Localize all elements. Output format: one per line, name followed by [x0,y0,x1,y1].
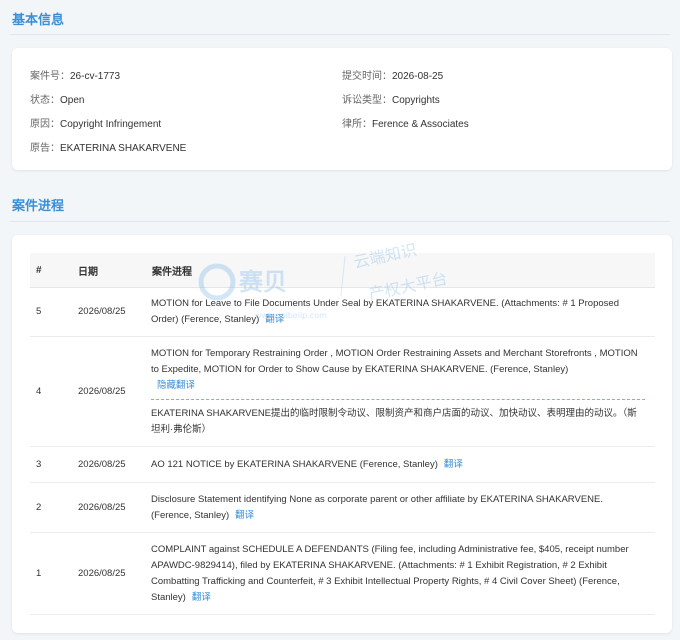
status: 状态：Open [30,91,84,106]
row-progress: Disclosure Statement identifying None as… [151,482,655,533]
table-row: 1 2026/08/25 COMPLAINT against SCHEDULE … [30,532,655,615]
table-row: 2 2026/08/25 Disclosure Statement identi… [30,482,655,533]
litigation-type: 诉讼类型：Copyrights [342,91,440,106]
row-progress: MOTION for Temporary Restraining Order ,… [151,336,655,447]
cause-value: Copyright Infringement [60,119,162,130]
status-label: 状态： [30,95,60,106]
header-num: # [30,253,77,288]
divider [10,34,670,35]
case-number-label: 案件号： [30,71,70,82]
row-num: 1 [30,532,77,615]
header-progress: 案件进程 [151,253,655,288]
row-text: AO 121 NOTICE by EKATERINA SHAKARVENE (F… [151,458,438,470]
table-row: 3 2026/08/25 AO 121 NOTICE by EKATERINA … [30,446,655,483]
row-progress: COMPLAINT against SCHEDULE A DEFENDANTS … [151,532,655,615]
progress-card: # 日期 案件进程 5 2026/08/25 MOTION for Leave … [12,235,672,633]
row-progress: AO 121 NOTICE by EKATERINA SHAKARVENE (F… [151,446,655,483]
table-row: 5 2026/08/25 MOTION for Leave to File Do… [30,287,655,337]
table-row: 4 2026/08/25 MOTION for Temporary Restra… [30,336,655,447]
translation-divider [151,398,645,400]
row-num: 5 [30,287,77,337]
law-firm-label: 律所： [342,119,372,130]
progress-table: # 日期 案件进程 5 2026/08/25 MOTION for Leave … [30,253,655,615]
row-date: 2026/08/25 [77,482,151,533]
hide-translation-link[interactable]: 隐藏翻译 [157,380,195,391]
status-value: Open [60,95,85,106]
law-firm-value: Ference & Associates [372,119,469,130]
basic-info-card: 案件号：26-cv-1773 提交时间：2026-08-25 状态：Open 诉… [12,48,672,170]
row-date: 2026/08/25 [77,446,151,483]
submit-time: 提交时间：2026-08-25 [342,67,443,82]
header-date: 日期 [77,253,151,288]
row-date: 2026/08/25 [77,336,151,447]
translate-link[interactable]: 翻译 [192,592,211,603]
row-text: MOTION for Leave to File Documents Under… [151,298,619,325]
cause-label: 原因： [30,119,60,130]
basic-info-title: 基本信息 [12,12,65,27]
divider [10,221,670,222]
row-num: 3 [30,446,77,483]
row-text: COMPLAINT against SCHEDULE A DEFENDANTS … [151,543,629,603]
progress-title: 案件进程 [12,198,65,213]
translate-link[interactable]: 翻译 [265,314,284,325]
translate-link[interactable]: 翻译 [235,510,254,521]
row-num: 4 [30,336,77,447]
submit-time-label: 提交时间： [342,71,392,82]
litigation-type-value: Copyrights [392,95,440,106]
row-num: 2 [30,482,77,533]
law-firm: 律所：Ference & Associates [342,115,469,130]
row-progress: MOTION for Leave to File Documents Under… [151,287,655,337]
plaintiff-label: 原告： [30,143,60,154]
case-number: 案件号：26-cv-1773 [30,67,120,82]
row-text: MOTION for Temporary Restraining Order ,… [151,347,638,375]
litigation-type-label: 诉讼类型： [342,95,392,106]
plaintiff: 原告：EKATERINA SHAKARVENE [30,139,186,154]
translate-link[interactable]: 翻译 [444,459,463,470]
row-date: 2026/08/25 [77,287,151,337]
row-translation: EKATERINA SHAKARVENE提出的临时限制令动议、限制资产和商户店面… [151,407,637,435]
plaintiff-value: EKATERINA SHAKARVENE [60,143,187,154]
cause: 原因：Copyright Infringement [30,115,161,130]
row-text: Disclosure Statement identifying None as… [151,493,603,521]
table-header-row: # 日期 案件进程 [30,253,655,288]
case-number-value: 26-cv-1773 [70,71,121,82]
submit-time-value: 2026-08-25 [392,71,444,82]
row-date: 2026/08/25 [77,532,151,615]
